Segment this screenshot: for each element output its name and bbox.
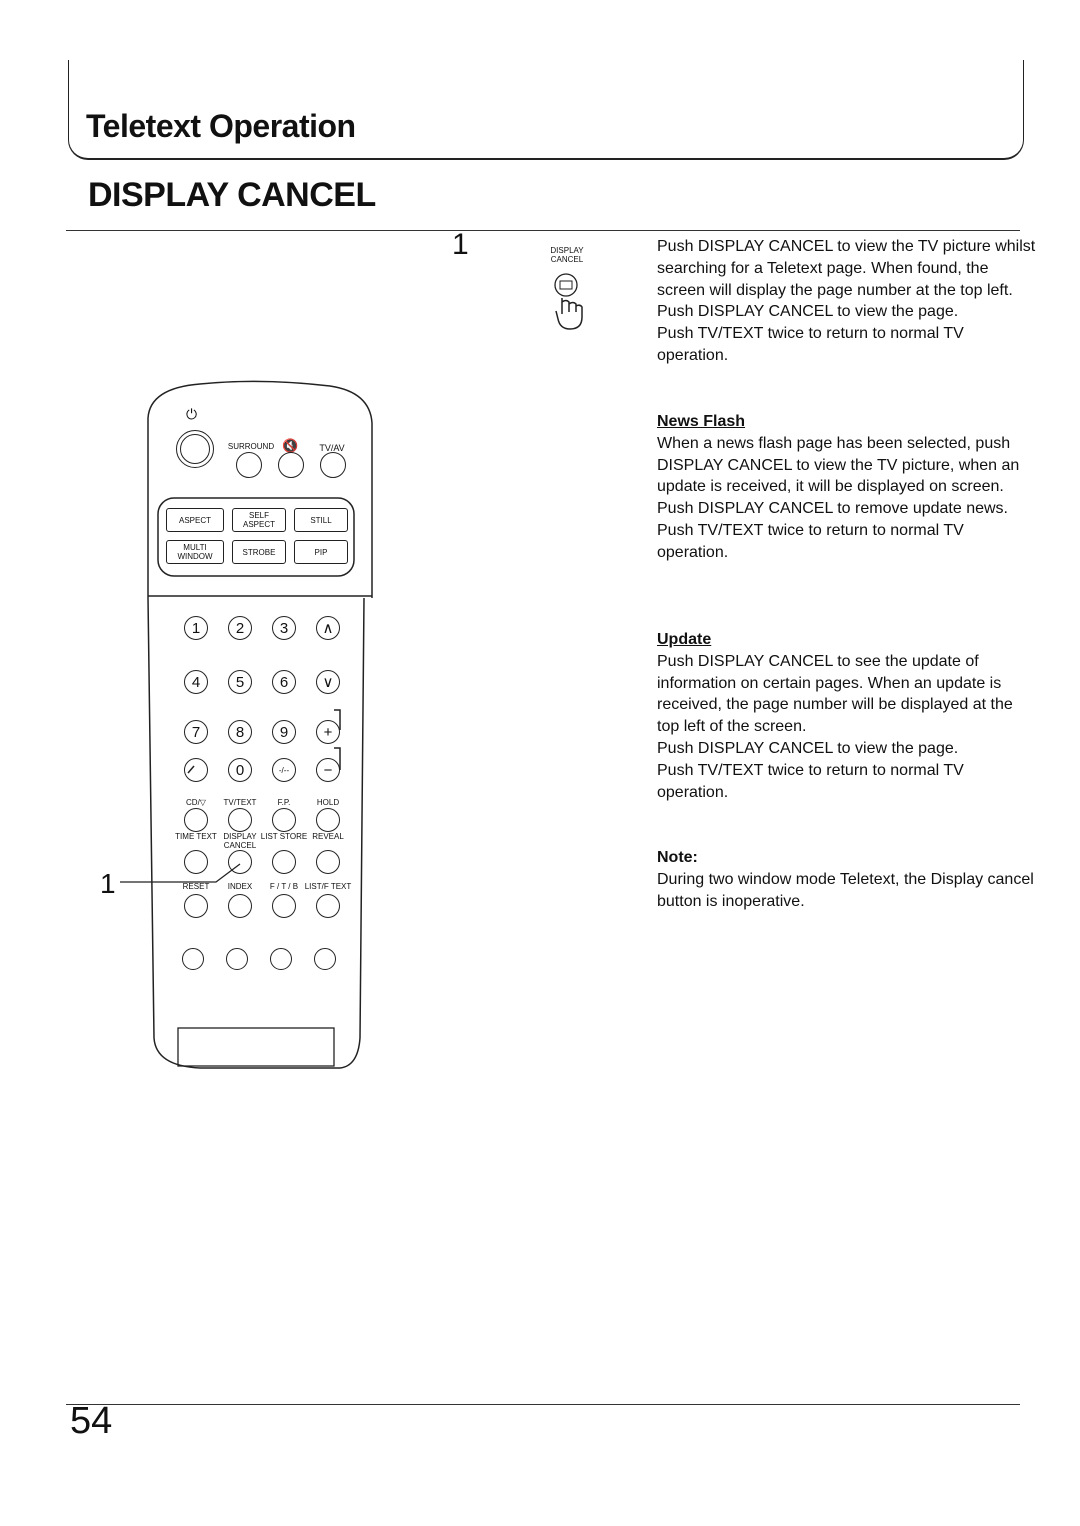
number-key[interactable]: 1 [184,616,208,640]
subheading: News Flash [657,413,746,430]
key-label: F.P. [277,798,291,807]
label-line: DISPLAY [550,246,584,255]
step-number: 1 [452,228,469,261]
color-button[interactable] [226,948,248,970]
color-button[interactable] [314,948,336,970]
number-key[interactable]: − [316,758,340,782]
page-number: 54 [70,1400,113,1442]
key-label: TIME TEXT [175,832,217,841]
number-key[interactable]: 0 [228,758,252,782]
strobe-button[interactable]: STROBE [232,540,286,564]
teletext-key[interactable] [272,894,296,918]
paragraph: Push TV/TEXT twice to return to normal T… [657,521,964,561]
teletext-key[interactable] [316,850,340,874]
number-key[interactable]: 7 [184,720,208,744]
key-label: CD/▽ [186,798,206,807]
news-flash-section: News Flash When a news flash page has be… [657,411,1037,564]
label-line: CANCEL [550,255,584,264]
mute-button[interactable] [278,452,304,478]
still-button[interactable]: STILL [294,508,348,532]
power-icon: ⏻ [186,406,198,422]
number-key[interactable]: 9 [272,720,296,744]
subheading: Update [657,631,712,648]
footer-rule [66,1404,1020,1405]
number-key[interactable]: 6 [272,670,296,694]
number-key[interactable]: ∨ [316,670,340,694]
teletext-key[interactable] [228,808,252,832]
section-title: Teletext Operation [86,108,356,144]
power-button[interactable] [176,430,214,468]
teletext-key[interactable] [184,894,208,918]
paragraph: Push DISPLAY CANCEL to view the TV pictu… [657,238,1036,299]
key-label: REVEAL [312,832,344,841]
paragraph: Push DISPLAY CANCEL to view the page. [657,303,959,321]
number-key[interactable]: 2 [228,616,252,640]
page-title: DISPLAY CANCEL [88,176,376,214]
aspect-button[interactable]: ASPECT [166,508,224,532]
paragraph: Push TV/TEXT twice to return to normal T… [657,325,964,364]
key-label: LIST/F TEXT [304,882,352,891]
note-section: Note: During two window mode Teletext, t… [657,847,1037,912]
teletext-key[interactable] [316,894,340,918]
surround-button[interactable] [236,452,262,478]
update-section: Update Push DISPLAY CANCEL to see the up… [657,629,1037,803]
callout-number: 1 [100,868,116,899]
number-key[interactable]: + [316,720,340,744]
key-label: HOLD [316,798,340,807]
key-label: TV/TEXT [223,798,257,807]
number-key[interactable]: -/-- [272,758,296,782]
paragraph: Push DISPLAY CANCEL to remove update new… [657,500,1008,518]
teletext-key[interactable] [272,808,296,832]
hand-pressing-button-icon [554,273,583,330]
divider [66,230,1020,231]
number-key[interactable]: 8 [228,720,252,744]
surround-label: SURROUND [227,442,275,451]
color-button[interactable] [182,948,204,970]
paragraph: Push DISPLAY CANCEL to see the update of… [657,652,1013,736]
key-label: F / T / B [269,882,299,891]
teletext-key[interactable] [184,808,208,832]
self-aspect-button[interactable]: SELF ASPECT [232,508,286,532]
step-button-label: DISPLAY CANCEL [546,246,588,264]
paragraph: Push TV/TEXT twice to return to normal T… [657,761,964,801]
paragraph: Push DISPLAY CANCEL to view the page. [657,739,959,757]
number-key[interactable] [184,758,208,782]
number-key[interactable]: 4 [184,670,208,694]
intro-text: Push DISPLAY CANCEL to view the TV pictu… [657,236,1037,367]
number-key[interactable]: 5 [228,670,252,694]
pip-button[interactable]: PIP [294,540,348,564]
tvav-button[interactable] [320,452,346,478]
multi-window-button[interactable]: MULTI WINDOW [166,540,224,564]
number-key[interactable]: 3 [272,616,296,640]
number-key[interactable]: ∧ [316,616,340,640]
remote-control-illustration: ⏻ SURROUND 🔇 TV/AV ASPECT SELF ASPECT ST… [140,378,380,1078]
key-label: DISPLAY CANCEL [223,832,257,850]
teletext-key[interactable] [272,850,296,874]
color-button[interactable] [270,948,292,970]
paragraph: When a news flash page has been selected… [657,434,1020,496]
note-heading: Note: [657,849,698,866]
teletext-key[interactable] [316,808,340,832]
teletext-key[interactable] [228,894,252,918]
key-label: LIST STORE [260,832,308,841]
note-text: During two window mode Teletext, the Dis… [657,870,1034,910]
callout-line [120,863,241,883]
remote-outline [147,380,373,1069]
manual-page: Teletext Operation DISPLAY CANCEL 1 DISP… [0,0,1080,1526]
